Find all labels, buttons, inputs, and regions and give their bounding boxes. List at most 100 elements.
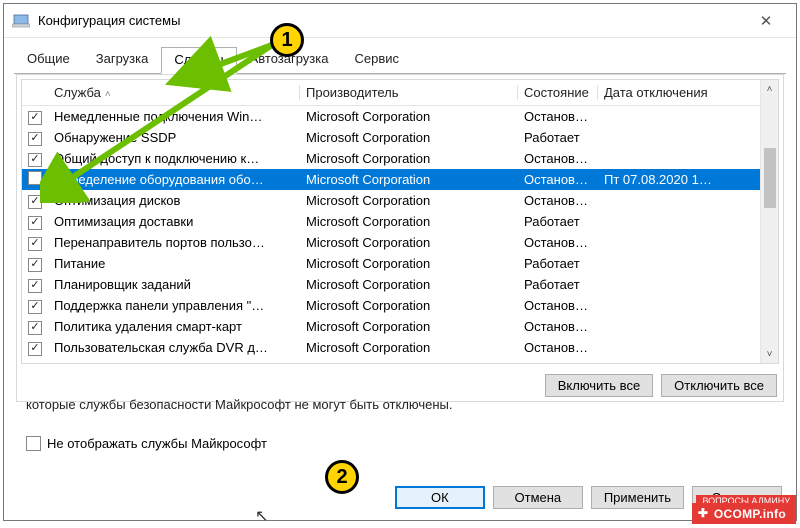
table-row[interactable]: Пользовательская служба push-…Microsoft … (22, 358, 760, 363)
column-date-disabled[interactable]: Дата отключения (598, 81, 760, 104)
column-manufacturer[interactable]: Производитель (300, 81, 518, 104)
table-row[interactable]: Определение оборудования обо…Microsoft C… (22, 169, 760, 190)
table-row[interactable]: Поддержка панели управления "…Microsoft … (22, 295, 760, 316)
tab-boot[interactable]: Загрузка (83, 46, 162, 73)
state: Останов… (518, 318, 598, 335)
hide-microsoft-label: Не отображать службы Майкрософт (47, 436, 267, 451)
table-row[interactable]: Планировщик заданийMicrosoft Corporation… (22, 274, 760, 295)
checkbox-icon[interactable] (28, 153, 42, 167)
table-row[interactable]: Политика удаления смарт-картMicrosoft Co… (22, 316, 760, 337)
state: Работает (518, 360, 598, 363)
date-disabled (598, 263, 760, 265)
checkbox-icon[interactable] (28, 216, 42, 230)
checkbox-icon[interactable] (26, 436, 41, 451)
date-disabled (598, 116, 760, 118)
date-disabled (598, 200, 760, 202)
service-name: Питание (48, 255, 300, 272)
manufacturer: Microsoft Corporation (300, 213, 518, 230)
state: Работает (518, 255, 598, 272)
checkbox-icon[interactable] (28, 300, 42, 314)
service-name: Определение оборудования обо… (48, 171, 300, 188)
hide-microsoft-checkbox[interactable]: Не отображать службы Майкрософт (26, 436, 267, 451)
service-name: Немедленные подключения Win… (48, 108, 300, 125)
checkbox-icon[interactable] (28, 195, 42, 209)
service-name: Оптимизация доставки (48, 213, 300, 230)
manufacturer: Microsoft Corporation (300, 108, 518, 125)
date-disabled (598, 158, 760, 160)
service-name: Пользовательская служба push-… (48, 360, 300, 363)
state: Останов… (518, 234, 598, 251)
manufacturer: Microsoft Corporation (300, 318, 518, 335)
manufacturer: Microsoft Corporation (300, 234, 518, 251)
state: Останов… (518, 108, 598, 125)
cancel-button[interactable]: Отмена (493, 486, 583, 509)
services-list: Служба˄ Производитель Состояние Дата отк… (21, 79, 779, 364)
cursor-icon: ↖ (255, 506, 268, 526)
state: Работает (518, 129, 598, 146)
scroll-down-icon[interactable]: ˅ (761, 345, 778, 363)
checkbox-icon[interactable] (28, 342, 42, 356)
table-row[interactable]: Оптимизация доставкиMicrosoft Corporatio… (22, 211, 760, 232)
service-name: Политика удаления смарт-карт (48, 318, 300, 335)
manufacturer: Microsoft Corporation (300, 129, 518, 146)
state: Останов… (518, 192, 598, 209)
column-state[interactable]: Состояние (518, 81, 598, 104)
service-name: Пользовательская служба DVR д… (48, 339, 300, 356)
tab-services[interactable]: Службы (161, 47, 236, 74)
checkbox-icon[interactable] (28, 132, 42, 146)
column-service[interactable]: Служба˄ (48, 81, 300, 104)
scrollbar[interactable]: ˄ ˅ (760, 80, 778, 363)
state: Работает (518, 276, 598, 293)
disable-all-button[interactable]: Отключить все (661, 374, 777, 397)
checkbox-icon[interactable] (28, 279, 42, 293)
tab-tools[interactable]: Сервис (341, 46, 412, 73)
manufacturer: Microsoft Corporation (300, 276, 518, 293)
services-panel: Служба˄ Производитель Состояние Дата отк… (16, 74, 784, 402)
scroll-up-icon[interactable]: ˄ (761, 80, 778, 98)
tab-bar: Общие Загрузка Службы Автозагрузка Серви… (4, 38, 796, 73)
table-row[interactable]: ПитаниеMicrosoft CorporationРаботает (22, 253, 760, 274)
manufacturer: Microsoft Corporation (300, 297, 518, 314)
checkbox-icon[interactable] (28, 171, 42, 185)
table-row[interactable]: Немедленные подключения Win…Microsoft Co… (22, 106, 760, 127)
manufacturer: Microsoft Corporation (300, 255, 518, 272)
state: Работает (518, 213, 598, 230)
enable-all-button[interactable]: Включить все (545, 374, 653, 397)
service-name: Обнаружение SSDP (48, 129, 300, 146)
service-name: Планировщик заданий (48, 276, 300, 293)
state: Останов… (518, 339, 598, 356)
manufacturer: Microsoft Corporation (300, 192, 518, 209)
tab-general[interactable]: Общие (14, 46, 83, 73)
column-header-row: Служба˄ Производитель Состояние Дата отк… (22, 80, 760, 106)
table-row[interactable]: Общий доступ к подключению к…Microsoft C… (22, 148, 760, 169)
checkbox-icon[interactable] (28, 321, 42, 335)
table-row[interactable]: Пользовательская служба DVR д…Microsoft … (22, 337, 760, 358)
table-row[interactable]: Обнаружение SSDPMicrosoft CorporationРаб… (22, 127, 760, 148)
date-disabled: Пт 07.08.2020 1… (598, 171, 760, 188)
callout-2: 2 (325, 460, 359, 494)
system-icon (12, 14, 30, 28)
close-icon[interactable]: ✕ (744, 6, 788, 36)
checkbox-icon[interactable] (28, 111, 42, 125)
state: Останов… (518, 150, 598, 167)
checkbox-icon[interactable] (28, 237, 42, 251)
date-disabled (598, 221, 760, 223)
manufacturer: Microsoft Corporation (300, 339, 518, 356)
sort-asc-icon: ˄ (105, 89, 111, 100)
watermark-logo: OCOMP.info (692, 503, 796, 524)
date-disabled (598, 326, 760, 328)
manufacturer: Microsoft Corporation (300, 171, 518, 188)
ok-button[interactable]: ОК (395, 486, 485, 509)
checkbox-icon[interactable] (28, 258, 42, 272)
table-row[interactable]: Оптимизация дисковMicrosoft CorporationО… (22, 190, 760, 211)
apply-button[interactable]: Применить (591, 486, 684, 509)
manufacturer: Microsoft Corporation (300, 150, 518, 167)
date-disabled (598, 284, 760, 286)
system-config-window: Конфигурация системы ✕ Общие Загрузка Сл… (3, 3, 797, 521)
service-name: Общий доступ к подключению к… (48, 150, 300, 167)
scroll-thumb[interactable] (764, 148, 776, 208)
callout-1: 1 (270, 23, 304, 57)
table-row[interactable]: Перенаправитель портов пользо…Microsoft … (22, 232, 760, 253)
manufacturer: Microsoft Corporation (300, 360, 518, 363)
truncated-note: которые службы безопасности Майкрософт н… (26, 397, 453, 412)
